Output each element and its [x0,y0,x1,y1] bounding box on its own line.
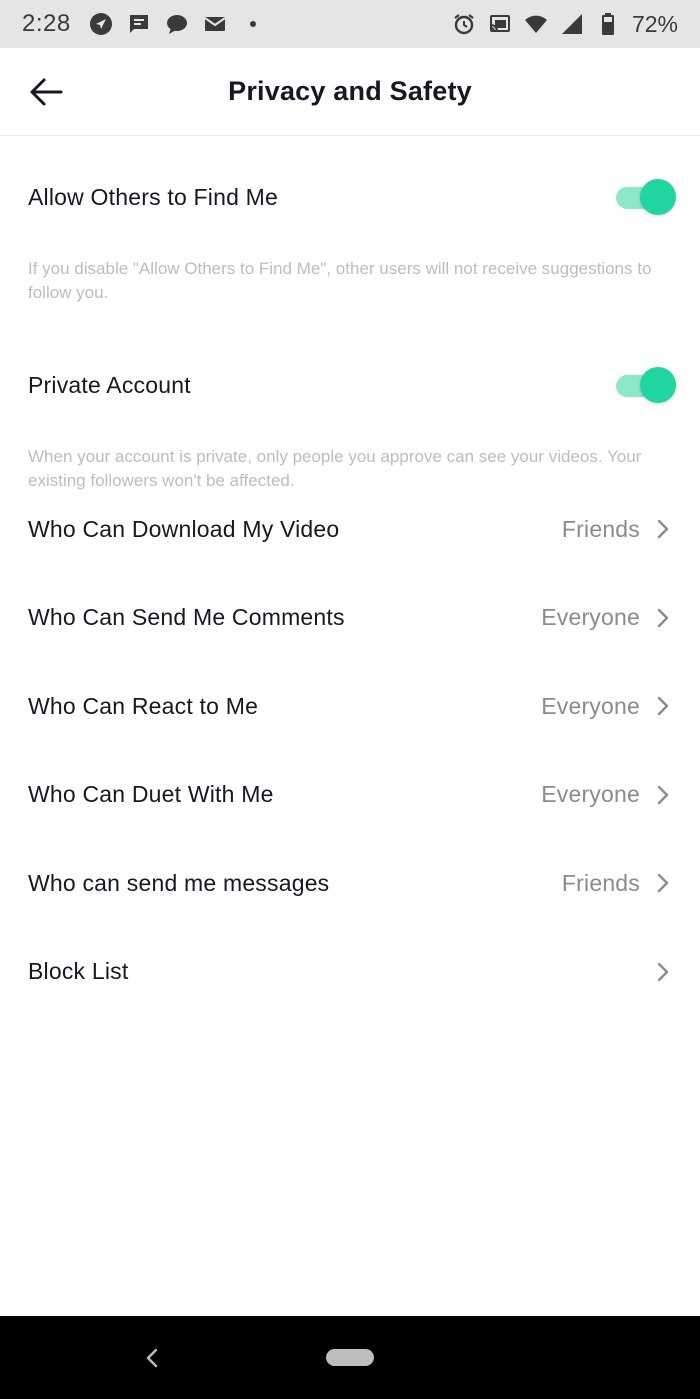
system-home-pill[interactable] [326,1349,374,1366]
navigation-icon [89,12,113,36]
settings-list: Allow Others to Find Me If you disable "… [0,137,700,1016]
setting-value: Friends [561,515,640,542]
arrow-left-icon [28,74,64,110]
mail-icon [203,12,227,36]
cast-icon [488,12,512,36]
battery-percentage: 72% [631,10,678,37]
system-status-icons: 72% [452,11,678,38]
setting-label: Allow Others to Find Me [28,183,279,210]
chat-bubble-icon [165,12,189,36]
toggle-knob [640,179,676,215]
status-bar: 2:28 72% [0,0,700,48]
setting-label: Who Can Send Me Comments [28,604,345,631]
setting-label: Block List [28,958,129,985]
chevron-right-icon [654,606,672,630]
toggle-knob [640,367,676,403]
wifi-icon [524,12,548,36]
setting-value: Everyone [541,692,640,719]
setting-row-duet[interactable]: Who Can Duet With Me Everyone [0,751,700,840]
private-account-toggle[interactable] [616,367,676,403]
toggle-row-private-account: Private Account [0,325,700,445]
chevron-right-icon [654,694,672,718]
notification-icons [89,12,265,36]
toggle-row-allow-find: Allow Others to Find Me [0,137,700,257]
setting-value: Everyone [541,604,640,631]
page-title: Privacy and Safety [228,76,472,106]
setting-value: Everyone [541,781,640,808]
chevron-right-icon [654,517,672,541]
alarm-icon [452,12,476,36]
setting-row-messages[interactable]: Who can send me messages Friends [0,839,700,928]
system-back-icon[interactable] [140,1344,164,1372]
setting-row-react[interactable]: Who Can React to Me Everyone [0,662,700,751]
setting-row-comments[interactable]: Who Can Send Me Comments Everyone [0,574,700,663]
chevron-right-icon [654,871,672,895]
setting-label: Who Can React to Me [28,692,259,719]
setting-label: Who Can Duet With Me [28,781,274,808]
setting-description: When your account is private, only peopl… [28,447,642,490]
message-icon [127,12,151,36]
back-button[interactable] [24,70,68,114]
status-time: 2:28 [22,10,71,37]
setting-description: If you disable "Allow Others to Find Me"… [28,259,652,302]
setting-label: Who Can Download My Video [28,515,340,542]
setting-row-download[interactable]: Who Can Download My Video Friends [0,485,700,574]
setting-label: Who can send me messages [28,869,330,896]
setting-label: Private Account [28,371,191,398]
battery-icon [596,12,620,36]
allow-find-toggle[interactable] [616,179,676,215]
app-header: Privacy and Safety [0,48,700,136]
chevron-right-icon [654,783,672,807]
signal-icon [560,12,584,36]
chevron-right-icon [654,960,672,984]
setting-row-block-list[interactable]: Block List [0,928,700,1017]
setting-value: Friends [561,869,640,896]
dot-icon [241,12,265,36]
